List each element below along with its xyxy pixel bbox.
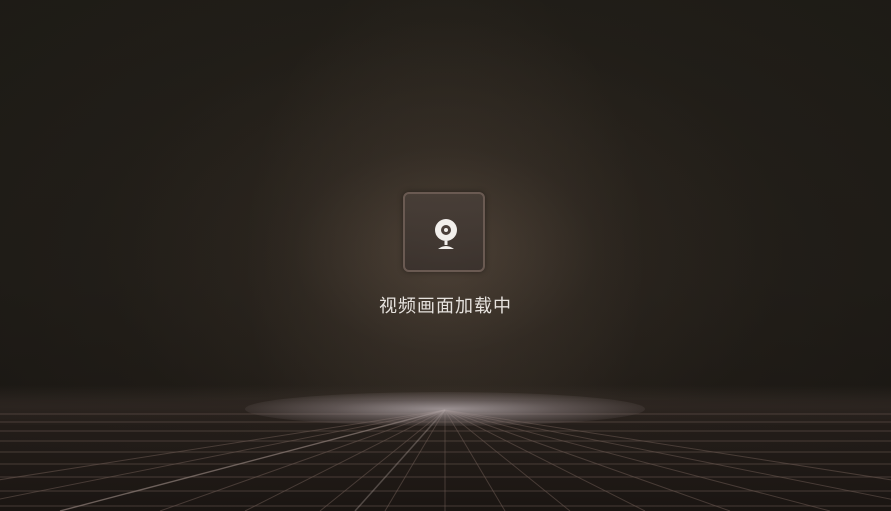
floor-spotlight-glow — [245, 392, 645, 426]
camera-icon-tile — [403, 192, 485, 272]
webcam-icon — [435, 219, 457, 249]
loading-status-text: 视频画面加载中 — [379, 296, 512, 317]
video-player-placeholder: 视频画面加载中 — [0, 0, 891, 511]
